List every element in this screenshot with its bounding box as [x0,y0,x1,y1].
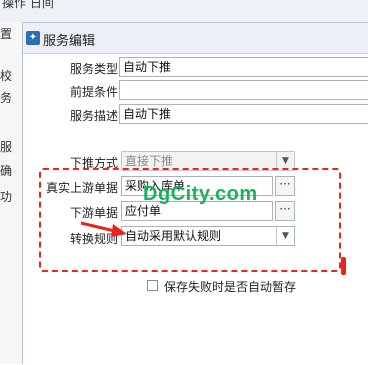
background-toolbar: 操作 日间 [0,0,368,22]
background-label: 确 [0,164,13,178]
annotation-marker [341,257,346,275]
auto-save-draft-label[interactable]: 保存失败时是否自动暂存 [164,278,296,295]
background-label: 服 [0,140,13,154]
background-sidebar: 置 校 务 服 确 功 [0,22,23,364]
background-label: 功 [0,190,13,204]
background-label: 校 [0,69,13,83]
background-label: 置 [0,27,13,41]
site-watermark: DgCity.com [143,183,258,205]
background-label: 务 [0,91,13,105]
auto-save-draft-checkbox[interactable] [147,280,158,291]
service-edit-dialog: ✦ 服务编辑 服务类型 自动下推 前提条件 服务描述 自动下推 下推方式 直接下… [22,22,368,364]
background-toolbar-text: 操作 日间 [2,0,54,10]
